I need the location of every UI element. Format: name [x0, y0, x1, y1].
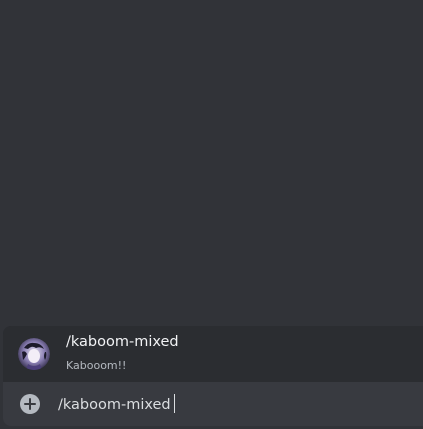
- command-autocomplete: /kaboom-mixed Kabooom!!: [3, 326, 423, 382]
- message-composer: /kaboom-mixed: [3, 382, 423, 426]
- message-input-value: /kaboom-mixed: [58, 397, 171, 413]
- plus-circle-icon[interactable]: [20, 394, 40, 414]
- bot-avatar: [18, 338, 50, 370]
- command-description: Kabooom!!: [66, 359, 127, 372]
- bot-avatar-image: [18, 338, 50, 370]
- text-caret: [173, 394, 175, 413]
- command-suggestion[interactable]: /kaboom-mixed Kabooom!!: [3, 326, 423, 382]
- message-input[interactable]: /kaboom-mixed: [58, 394, 175, 413]
- command-name: /kaboom-mixed: [66, 334, 179, 350]
